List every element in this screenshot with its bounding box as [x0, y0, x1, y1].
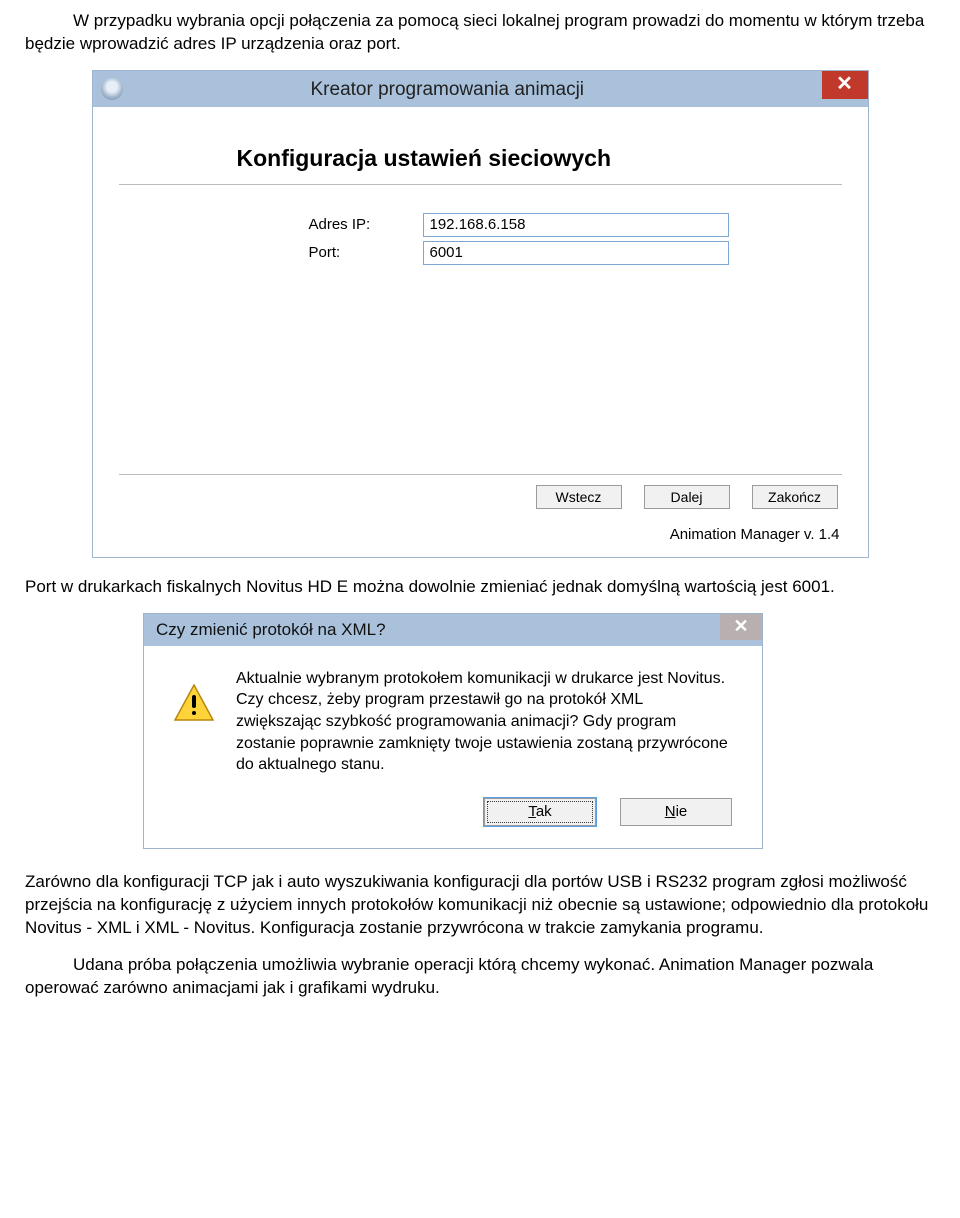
warning-icon	[174, 668, 216, 776]
app-icon	[101, 78, 123, 100]
confirm-dialog: Czy zmienić protokół na XML? ✕ Aktualnie…	[143, 613, 763, 849]
confirm-title: Czy zmienić protokół na XML?	[156, 619, 386, 642]
confirm-buttons: Tak Nie	[144, 790, 762, 848]
confirm-body: Aktualnie wybranym protokołem komunikacj…	[144, 646, 762, 790]
version-label: Animation Manager v. 1.4	[670, 525, 840, 545]
label-ip: Adres IP:	[119, 215, 423, 235]
wizard-title: Kreator programowania animacji	[311, 77, 585, 103]
finish-button[interactable]: Zakończ	[752, 485, 838, 509]
paragraph-port-info: Port w drukarkach fiskalnych Novitus HD …	[25, 576, 935, 599]
confirm-titlebar: Czy zmienić protokół na XML? ✕	[144, 614, 762, 646]
no-rest: ie	[676, 803, 688, 820]
wizard-heading: Konfiguracja ustawień sieciowych	[237, 143, 842, 174]
yes-rest: ak	[536, 803, 552, 820]
paragraph-protocol: Zarówno dla konfiguracji TCP jak i auto …	[25, 871, 935, 940]
row-port: Port:	[119, 241, 842, 265]
wizard-titlebar: Kreator programowania animacji ✕	[93, 71, 868, 107]
label-port: Port:	[119, 243, 423, 263]
yes-button[interactable]: Tak	[484, 798, 596, 826]
row-ip: Adres IP:	[119, 213, 842, 237]
no-mnemonic: N	[665, 803, 676, 820]
no-button[interactable]: Nie	[620, 798, 732, 826]
close-icon[interactable]: ✕	[822, 71, 868, 99]
paragraph-success: Udana próba połączenia umożliwia wybrani…	[25, 954, 935, 1000]
yes-mnemonic: T	[528, 803, 536, 820]
document-page: W przypadku wybrania opcji połączenia za…	[0, 0, 960, 1053]
divider	[119, 184, 842, 185]
divider	[119, 474, 842, 475]
wizard-nav-buttons: Wstecz Dalej Zakończ	[119, 485, 842, 509]
wizard-window: Kreator programowania animacji ✕ Konfigu…	[92, 70, 869, 558]
wizard-nav-row: Wstecz Dalej Zakończ	[119, 465, 842, 509]
paragraph-intro: W przypadku wybrania opcji połączenia za…	[25, 10, 935, 56]
wizard-body: Konfiguracja ustawień sieciowych Adres I…	[93, 107, 868, 557]
close-icon[interactable]: ✕	[720, 614, 762, 640]
port-input[interactable]	[423, 241, 729, 265]
ip-input[interactable]	[423, 213, 729, 237]
confirm-message: Aktualnie wybranym protokołem komunikacj…	[236, 668, 732, 776]
next-button[interactable]: Dalej	[644, 485, 730, 509]
back-button[interactable]: Wstecz	[536, 485, 622, 509]
